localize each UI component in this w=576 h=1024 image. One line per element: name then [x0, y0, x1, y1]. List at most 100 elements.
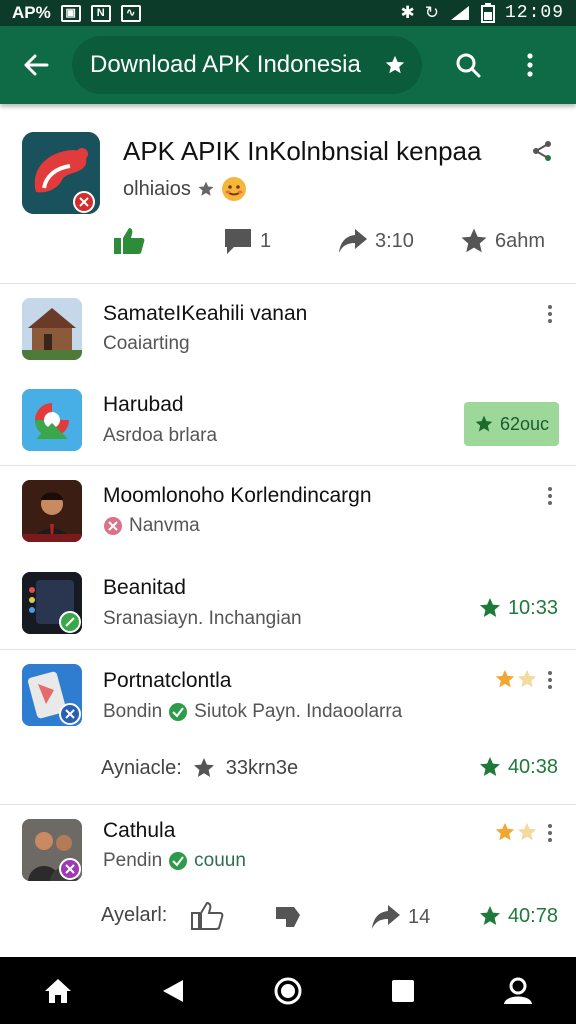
list-item-thumbnail	[22, 480, 82, 542]
like-button[interactable]	[190, 901, 226, 936]
list-item[interactable]: Harubad Asrdoa brlara 62ouc	[0, 374, 576, 464]
meta-label: Ayniacle:	[101, 756, 182, 779]
list-item-thumbnail	[22, 819, 82, 881]
comment-icon	[225, 229, 251, 254]
share-count-button[interactable]: 3:10	[337, 226, 459, 256]
item-menu-button[interactable]	[540, 484, 560, 508]
share-count: 14	[408, 905, 431, 928]
list-item[interactable]: SamateIKeahili vanan Coaiarting	[0, 284, 576, 374]
star-icon	[193, 758, 214, 777]
meta-row: Ayniacle: 33krn3e	[101, 756, 298, 780]
account-icon	[504, 977, 533, 1004]
app-icon[interactable]	[22, 132, 100, 214]
star-icon	[495, 822, 515, 841]
sync-icon: ↻	[424, 3, 439, 22]
recents-button[interactable]	[373, 961, 433, 1021]
star-half-icon	[517, 822, 537, 841]
share-icon	[533, 141, 551, 161]
star-icon	[475, 415, 493, 432]
comments-button[interactable]: 1	[222, 226, 337, 256]
notification-n-icon: N	[90, 4, 111, 22]
list-item[interactable]: Cathula Pendin couun Ayelarl: 14 40:78	[0, 805, 576, 955]
star-half-icon	[517, 669, 537, 688]
list-item-thumbnail	[22, 298, 82, 360]
list-item-title: Moomlonoho Korlendincargn	[103, 484, 372, 507]
item-menu-button[interactable]	[540, 821, 560, 845]
search-button[interactable]	[436, 26, 500, 104]
list-item-title: Beanitad	[103, 576, 186, 599]
chip-label: 62ouc	[499, 413, 550, 434]
comment-count: 1	[260, 229, 272, 252]
like-button[interactable]	[112, 226, 222, 256]
list-item-subtitle: Nanvma	[103, 515, 200, 537]
thumbs-up-icon	[191, 901, 224, 930]
clock: 12:09	[504, 3, 564, 23]
star-icon[interactable]	[384, 54, 406, 76]
list-item-subtitle: Asrdoa brlara	[103, 425, 218, 446]
rating-value: 40:38	[507, 755, 558, 778]
carrier-label: AP%	[12, 3, 51, 22]
badge-icon	[104, 517, 122, 535]
forward-arrow-icon	[339, 229, 367, 253]
system-nav-bar	[0, 957, 576, 1024]
verified-icon	[169, 703, 188, 721]
list-item-title: SamateIKeahili vanan	[103, 302, 308, 325]
share-count-button[interactable]: 14	[370, 902, 430, 932]
rating-display: 10:33	[478, 596, 558, 620]
status-bar: AP% ▣ N ∿ ✱ ↻ 12:09	[0, 0, 576, 26]
list-item-subtitle: Sranasiayn. Inchangian	[103, 608, 302, 629]
thumbs-up-icon	[114, 228, 145, 254]
notification-icon: ▣	[60, 4, 81, 22]
list-item-subtitle: Coaiarting	[103, 333, 190, 354]
back-button[interactable]	[0, 26, 72, 104]
list-item[interactable]: Moomlonoho Korlendincargn Nanvma	[0, 466, 576, 556]
thumbs-icon	[276, 907, 300, 927]
search-icon	[456, 53, 481, 78]
app-title: APK APIK InKolnbnsial kenpaa	[123, 136, 482, 166]
meta-label: Ayelarl:	[101, 904, 168, 926]
app-bar: Download APK Indonesia	[0, 26, 576, 104]
rating-display: 40:38	[478, 755, 558, 779]
circle-icon	[274, 977, 302, 1004]
list-item-subtitle: Bondin Siutok Payn. Indaoolarra	[103, 701, 403, 722]
item-menu-button[interactable]	[540, 668, 560, 692]
list-item-thumbnail	[22, 664, 82, 726]
arrow-left-icon	[24, 54, 49, 76]
rating-chip[interactable]: 62ouc	[464, 402, 559, 446]
rating-value: 40:78	[507, 904, 558, 927]
list-item-title: Portnatclontla	[103, 669, 232, 692]
rating-value: 6ahm	[495, 229, 546, 252]
list-item-title: Harubad	[103, 393, 184, 416]
back-nav-button[interactable]	[143, 961, 203, 1021]
list-item[interactable]: Portnatclontla Bondin Siutok Payn. Indao…	[0, 650, 576, 804]
app-header-card: APK APIK InKolnbnsial kenpaa olhiaios 1 …	[0, 104, 576, 284]
list-item[interactable]: Beanitad Sranasiayn. Inchangian 10:33	[0, 556, 576, 648]
signal-icon	[450, 6, 469, 20]
share-count: 3:10	[375, 229, 414, 252]
app-logo-icon	[22, 132, 100, 214]
dislike-button[interactable]	[272, 901, 304, 936]
meta-row: Ayelarl:	[101, 904, 167, 927]
bluetooth-icon: ✱	[400, 3, 415, 22]
more-vert-icon	[527, 53, 533, 77]
title-pill[interactable]: Download APK Indonesia	[72, 36, 422, 94]
star-rating-mini	[494, 821, 538, 843]
square-icon	[392, 979, 415, 1002]
meta-value: 33krn3e	[225, 756, 299, 779]
battery-icon	[480, 3, 495, 23]
home-circle-button[interactable]	[258, 961, 318, 1021]
profile-button[interactable]	[488, 961, 548, 1021]
home-button[interactable]	[28, 961, 88, 1021]
item-menu-button[interactable]	[540, 302, 560, 326]
forward-arrow-icon	[372, 905, 400, 929]
overflow-menu-button[interactable]	[500, 26, 560, 104]
rating-stat: 6ahm	[459, 226, 545, 256]
verified-icon	[169, 852, 188, 870]
app-subtitle-row: olhiaios	[123, 176, 247, 202]
share-button[interactable]	[532, 140, 552, 167]
rating-display: 40:78	[478, 904, 558, 928]
star-icon	[479, 757, 500, 776]
star-icon	[198, 181, 214, 196]
star-rating-mini	[494, 668, 538, 690]
list-item-title: Cathula	[103, 819, 176, 842]
